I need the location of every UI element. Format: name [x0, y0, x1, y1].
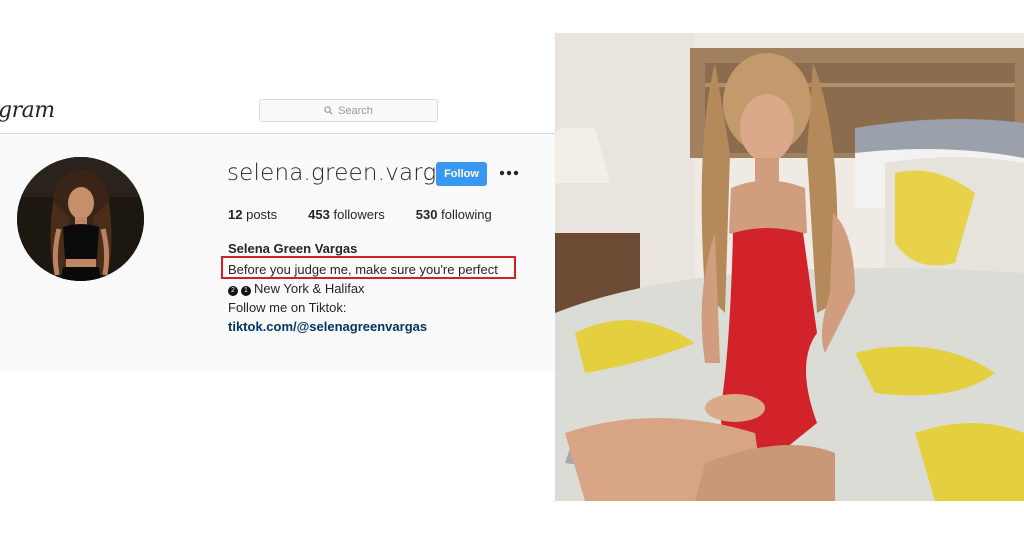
search-icon	[324, 106, 333, 115]
number-badge-icon: 2	[228, 286, 238, 296]
profile-stats: 12 posts 453 followers 530 following	[228, 207, 523, 222]
followers-stat[interactable]: 453 followers	[308, 207, 385, 222]
profile-full-name: Selena Green Vargas	[228, 241, 358, 256]
more-options-icon[interactable]	[498, 164, 520, 182]
following-stat[interactable]: 530 following	[416, 207, 492, 222]
search-input[interactable]: Search	[259, 99, 438, 122]
instagram-profile-screenshot: gram Search selena.green.vargas Follow 1…	[0, 0, 555, 372]
comparison-photo	[555, 33, 1024, 501]
number-badge-icon: 1	[241, 286, 251, 296]
app-logo[interactable]: gram	[0, 98, 55, 123]
profile-username: selena.green.vargas	[227, 160, 464, 186]
posts-count: 12	[228, 207, 243, 222]
follow-button[interactable]: Follow	[436, 162, 487, 186]
top-navigation-bar: gram Search	[0, 0, 555, 134]
bio-follow-line: Follow me on Tiktok:	[228, 300, 347, 315]
posts-stat[interactable]: 12 posts	[228, 207, 277, 222]
following-count: 530	[415, 207, 438, 222]
search-placeholder: Search	[338, 104, 373, 117]
red-highlight-box	[221, 256, 516, 279]
profile-avatar[interactable]	[17, 157, 144, 281]
bio-location-line: 2 1 New York & Halifax	[228, 279, 498, 298]
bio-location: New York & Halifax	[254, 281, 365, 296]
followers-label: followers	[333, 207, 385, 222]
following-label: following	[441, 207, 492, 222]
posts-label: posts	[246, 207, 278, 222]
bio-link[interactable]: tiktok.com/@selenagreenvargas	[228, 317, 498, 336]
followers-count: 453	[308, 207, 330, 222]
